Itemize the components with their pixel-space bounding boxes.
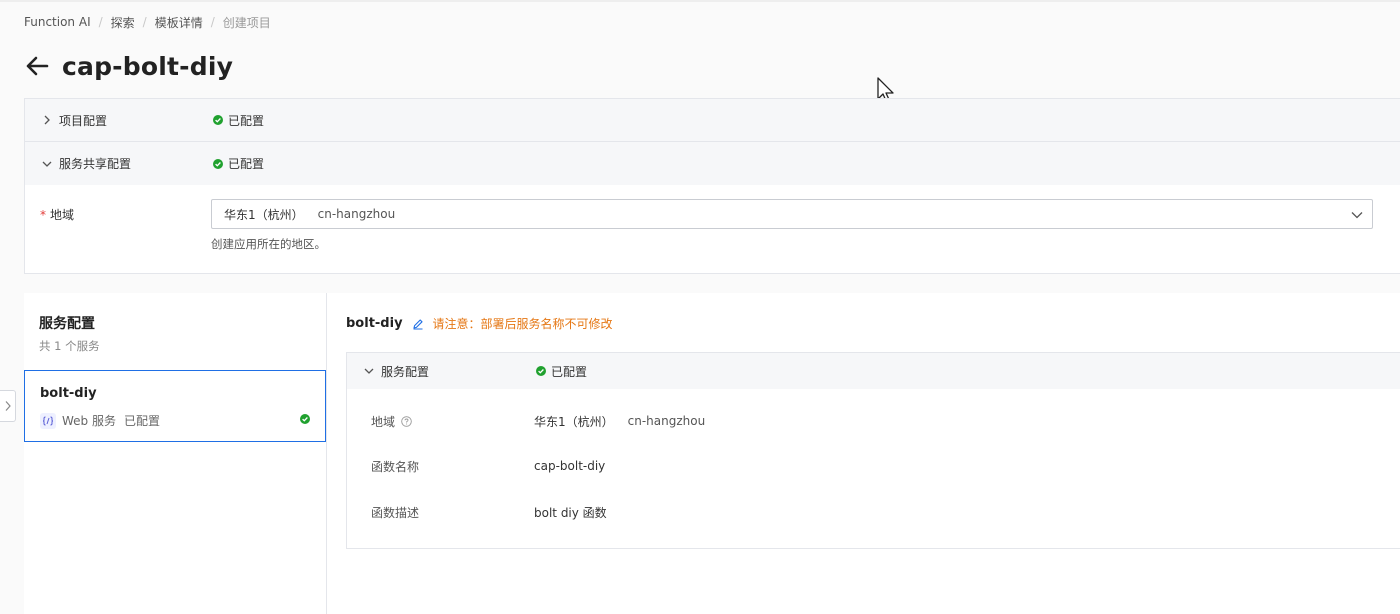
services-title: 服务配置 (39, 316, 95, 332)
question-circle-icon[interactable] (401, 415, 412, 427)
region-select[interactable]: 华东1（杭州） cn-hangzhou (211, 199, 1373, 229)
project-config-status-text: 已配置 (228, 113, 265, 128)
detail-value: cap-bolt-diy (534, 459, 606, 473)
service-config-status: 已配置 (536, 363, 587, 380)
service-status: 已配置 (123, 414, 160, 428)
chevron-down-icon (41, 158, 53, 170)
detail-row-region: 地域 华东1（杭州） cn-hangzhou (347, 411, 1400, 431)
breadcrumb-item-template-detail[interactable]: 模板详情 (155, 14, 203, 31)
function-code-icon (40, 412, 56, 429)
region-label-text: 地域 (50, 208, 75, 222)
chevron-down-icon (1351, 212, 1363, 219)
detail-key: 函数描述 (371, 505, 420, 520)
detail-row-function-description: 函数描述 bolt diy 函数 (347, 502, 1400, 522)
check-circle-icon (213, 115, 223, 125)
region-hint: 创建应用所在的地区。 (211, 237, 326, 251)
region-select-code: cn-hangzhou (317, 207, 396, 221)
check-circle-icon (300, 414, 310, 424)
detail-key: 函数名称 (371, 459, 420, 474)
service-name-warning: 请注意：部署后服务名称不可修改 (432, 317, 613, 331)
detail-value-region-code: cn-hangzhou (627, 414, 706, 428)
detail-value: bolt diy 函数 (534, 505, 607, 520)
service-name: bolt-diy (40, 386, 97, 401)
pencil-icon[interactable] (412, 318, 424, 330)
breadcrumb-separator: / (98, 15, 103, 29)
chevron-down-icon (363, 365, 375, 377)
arrow-left-icon[interactable] (24, 53, 50, 79)
detail-key: 地域 (371, 413, 412, 430)
project-config-label: 项目配置 (59, 113, 108, 128)
detail-row-function-name: 函数名称 cap-bolt-diy (347, 456, 1400, 476)
project-config-status: 已配置 (213, 112, 264, 129)
service-detail-name: bolt-diy (346, 316, 403, 331)
service-config-label: 服务配置 (381, 364, 430, 379)
region-select-name: 华东1（杭州） (224, 207, 304, 222)
chevron-right-icon (41, 114, 53, 126)
services-count: 共 1 个服务 (39, 339, 100, 353)
breadcrumb-item-function-ai[interactable]: Function AI (24, 15, 91, 29)
breadcrumb-item-create-project: 创建项目 (222, 15, 271, 30)
shared-config-collapse[interactable]: 服务共享配置 已配置 (25, 142, 1400, 185)
page: Function AI / 探索 / 模板详情 / 创建项目 cap-bolt-… (0, 0, 1400, 614)
service-config-section: 服务配置 已配置 地域 华东1（杭州） cn-hangzhou 函数名称 cap… (346, 352, 1400, 549)
breadcrumb-separator: / (142, 15, 147, 29)
top-divider (0, 0, 1400, 2)
shared-config-status-text: 已配置 (228, 157, 265, 171)
services-panel: 服务配置 共 1 个服务 bolt-diy Web 服务 已配置 (24, 293, 327, 614)
shared-config-status: 已配置 (213, 155, 264, 172)
service-meta: Web 服务 已配置 (40, 412, 160, 429)
project-config-collapse[interactable]: 项目配置 已配置 (25, 99, 1400, 142)
region-label: * 地域 (40, 206, 74, 223)
service-type: Web 服务 (62, 414, 116, 428)
check-circle-icon (213, 158, 223, 169)
service-detail-panel: bolt-diy 请注意：部署后服务名称不可修改 服务配置 已配置 地域 华东1… (327, 293, 1400, 614)
breadcrumb-separator: / (210, 15, 215, 29)
check-circle-icon (536, 366, 546, 376)
service-config-collapse[interactable]: 服务配置 已配置 (347, 353, 1400, 389)
sidebar-toggle[interactable] (0, 390, 16, 422)
detail-key-text: 地域 (371, 414, 396, 429)
detail-value: 华东1（杭州） cn-hangzhou (534, 413, 705, 430)
service-detail-header: bolt-diy 请注意：部署后服务名称不可修改 (346, 315, 613, 332)
shared-config-panel: 项目配置 已配置 服务共享配置 已配置 * 地域 华东1（杭州） cn-hangz… (24, 98, 1400, 274)
breadcrumb-item-explore[interactable]: 探索 (111, 14, 135, 31)
page-header: cap-bolt-diy (24, 48, 233, 84)
breadcrumb: Function AI / 探索 / 模板详情 / 创建项目 (24, 14, 271, 30)
region-field: * 地域 华东1（杭州） cn-hangzhou 创建应用所在的地区。 (25, 185, 1400, 275)
service-card-bolt-diy[interactable]: bolt-diy Web 服务 已配置 (24, 370, 326, 442)
chevron-right-icon (5, 401, 11, 411)
detail-value-region-name: 华东1（杭州） (534, 414, 614, 429)
page-title: cap-bolt-diy (62, 51, 234, 81)
service-config-status-text: 已配置 (551, 364, 588, 379)
required-marker: * (40, 208, 46, 222)
shared-config-label: 服务共享配置 (59, 157, 132, 171)
